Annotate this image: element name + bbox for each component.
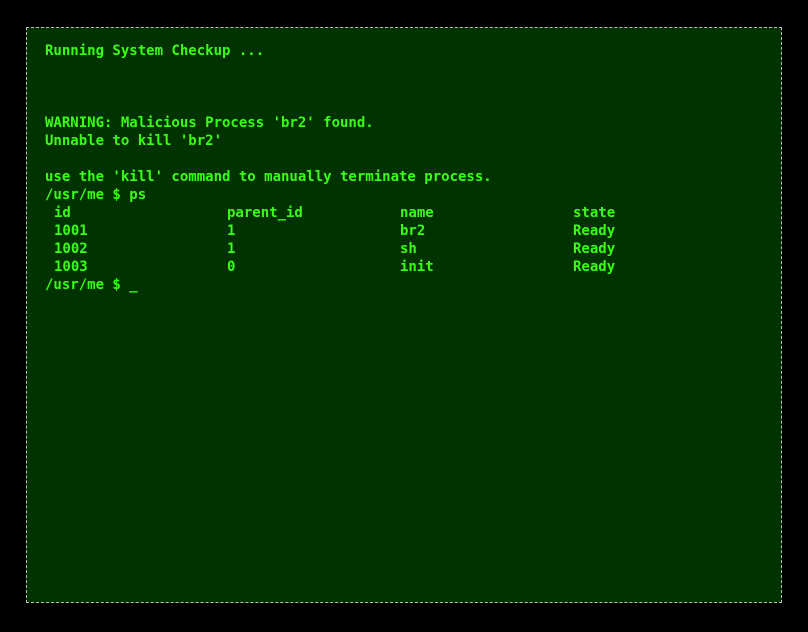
ps-cell-state: Ready [573, 259, 616, 275]
ps-table-row: 1003 0 init Ready [45, 258, 781, 276]
ps-cell-id: 1002 [54, 241, 88, 257]
prompt: /usr/me $ [45, 277, 130, 293]
ps-header-id: id [54, 205, 71, 221]
ps-cell-parent-id: 1 [227, 223, 236, 239]
ps-cell-parent-id: 0 [227, 259, 236, 275]
ps-header-state: state [573, 205, 616, 221]
checkup-line: Running System Checkup ... [45, 43, 265, 59]
unable-line: Unnable to kill 'br2' [45, 133, 223, 149]
warning-line: WARNING: Malicious Process 'br2' found. [45, 115, 374, 131]
command-input-line[interactable]: /usr/me $ _ [45, 276, 781, 294]
hint-line: use the 'kill' command to manually termi… [45, 169, 492, 185]
ps-cell-name: br2 [400, 223, 426, 239]
ps-command-line: /usr/me $ ps [45, 187, 147, 203]
ps-cell-id: 1003 [54, 259, 88, 275]
ps-table-row: 1001 1 br2 Ready [45, 222, 781, 240]
ps-cell-name: sh [400, 241, 417, 257]
ps-header-name: name [400, 205, 434, 221]
ps-header-parent-id: parent_id [227, 205, 303, 221]
ps-cell-state: Ready [573, 223, 616, 239]
ps-cell-name: init [400, 259, 434, 275]
ps-cell-id: 1001 [54, 223, 88, 239]
cursor[interactable]: _ [129, 276, 137, 294]
ps-cell-state: Ready [573, 241, 616, 257]
ps-cell-parent-id: 1 [227, 241, 236, 257]
terminal-window[interactable]: Running System Checkup ... WARNING: Mali… [26, 27, 782, 603]
ps-table-row: 1002 1 sh Ready [45, 240, 781, 258]
ps-table-header: id parent_id name state [45, 204, 781, 222]
